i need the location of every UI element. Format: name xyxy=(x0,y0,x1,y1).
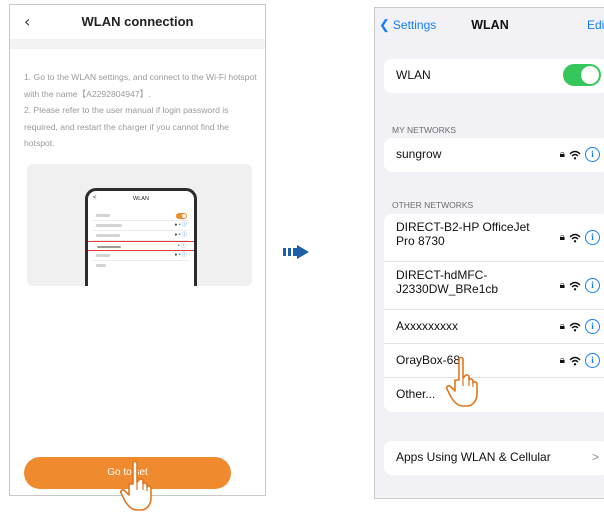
app-header: ‹ WLAN connection xyxy=(10,5,265,39)
mini-row: ● • ⓘ xyxy=(93,251,189,261)
arrow-right-icon xyxy=(283,245,309,259)
mini-row-wlan xyxy=(93,211,189,221)
network-row[interactable]: DIRECT-hdMFC-J2330DW_BRe1cb 🔒︎ i xyxy=(384,262,604,310)
edit-button[interactable]: Edit xyxy=(587,18,604,32)
wlan-toggle-card: WLAN xyxy=(384,59,604,93)
info-icon[interactable]: i xyxy=(585,230,600,245)
ios-settings-screen: ❮Settings WLAN Edit WLAN MY NETWORKS sun… xyxy=(374,7,604,499)
network-icons: 🔒︎ i xyxy=(560,353,600,368)
placeholder-bar xyxy=(96,234,120,237)
wlan-toggle[interactable] xyxy=(563,64,601,86)
app-screen: ‹ WLAN connection 1. Go to the WLAN sett… xyxy=(9,4,266,496)
wifi-icon xyxy=(569,233,581,242)
network-icons: 🔒︎ i xyxy=(560,230,600,245)
mini-row: ● • ⓘ xyxy=(93,231,189,241)
mini-title: WLAN xyxy=(133,196,149,202)
network-name: DIRECT-B2-HP OfficeJet Pro 8730 xyxy=(396,220,530,248)
mini-row-icons: ● • ⓘ xyxy=(174,252,187,258)
placeholder-bar xyxy=(96,264,106,267)
info-icon[interactable]: i xyxy=(585,147,600,162)
instruction-step-2: 2. Please refer to the user manual if lo… xyxy=(24,105,229,148)
mini-header: < WLAN xyxy=(88,195,194,207)
mini-row xyxy=(93,261,189,271)
wifi-icon xyxy=(569,281,581,290)
wifi-icon xyxy=(569,322,581,331)
other-networks-list: DIRECT-B2-HP OfficeJet Pro 8730 🔒︎ i DIR… xyxy=(384,214,604,412)
network-row[interactable]: OrayBox-68 🔒︎ i xyxy=(384,344,604,378)
network-row-target[interactable]: Axxxxxxxxx 🔒︎ i xyxy=(384,310,604,344)
my-networks-list: sungrow 🔒︎ i xyxy=(384,138,604,172)
chevron-right-icon: > xyxy=(591,450,599,464)
mini-row-highlighted: • ⓘ xyxy=(88,241,194,251)
placeholder-bar xyxy=(96,214,110,217)
other-network-row[interactable]: Other... xyxy=(384,378,604,412)
network-icons: 🔒︎ i xyxy=(560,147,600,162)
pointing-hand-icon xyxy=(445,356,478,407)
placeholder-bar xyxy=(96,224,122,227)
network-name: sungrow xyxy=(396,147,442,161)
info-icon[interactable]: i xyxy=(585,353,600,368)
apps-card: Apps Using WLAN & Cellular > xyxy=(384,441,604,475)
instructions: 1. Go to the WLAN settings, and connect … xyxy=(24,69,260,152)
placeholder-bar xyxy=(97,246,121,248)
navigation-bar: ❮Settings WLAN Edit xyxy=(375,8,604,44)
network-icons: 🔒︎ i xyxy=(560,319,600,334)
mini-row: ● • ⓘ xyxy=(93,221,189,231)
wifi-icon xyxy=(569,356,581,365)
mini-network-list: ● • ⓘ ● • ⓘ • ⓘ ● • ⓘ xyxy=(88,211,194,271)
lock-icon: 🔒︎ xyxy=(559,232,565,243)
mini-row-icons: • ⓘ xyxy=(177,243,186,249)
lock-icon: 🔒︎ xyxy=(559,321,565,332)
mini-toggle xyxy=(176,213,187,219)
header-divider xyxy=(10,39,265,49)
other-label: Other... xyxy=(396,387,436,401)
network-row[interactable]: DIRECT-B2-HP OfficeJet Pro 8730 🔒︎ i xyxy=(384,214,604,262)
pointing-hand-icon xyxy=(119,460,152,511)
page-title: WLAN connection xyxy=(81,14,194,29)
my-networks-header: MY NETWORKS xyxy=(392,125,457,135)
wlan-illustration: < WLAN ● • ⓘ ● • ⓘ • ⓘ ● • ⓘ xyxy=(27,164,252,286)
apps-using-wlan-row[interactable]: Apps Using WLAN & Cellular > xyxy=(384,441,604,475)
nav-title: WLAN xyxy=(471,18,509,32)
lock-icon: 🔒︎ xyxy=(559,355,565,366)
wlan-toggle-row: WLAN xyxy=(384,59,604,93)
placeholder-bar xyxy=(96,254,110,257)
lock-icon: 🔒︎ xyxy=(559,149,565,160)
mini-row-icons: ● • ⓘ xyxy=(174,232,187,238)
phone-illustration: < WLAN ● • ⓘ ● • ⓘ • ⓘ ● • ⓘ xyxy=(85,188,197,286)
wlan-label: WLAN xyxy=(396,68,431,82)
network-name: DIRECT-hdMFC-J2330DW_BRe1cb xyxy=(396,268,499,296)
network-name: Axxxxxxxxx xyxy=(396,319,459,333)
network-icons: 🔒︎ i xyxy=(560,278,600,293)
lock-icon: 🔒︎ xyxy=(559,280,565,291)
info-icon[interactable]: i xyxy=(585,319,600,334)
network-row[interactable]: sungrow 🔒︎ i xyxy=(384,138,604,172)
apps-label: Apps Using WLAN & Cellular xyxy=(396,450,551,464)
other-networks-header: OTHER NETWORKS xyxy=(392,200,474,210)
info-icon[interactable]: i xyxy=(585,278,600,293)
mini-row-icons: ● • ⓘ xyxy=(174,222,187,228)
instruction-step-1: 1. Go to the WLAN settings, and connect … xyxy=(24,72,257,99)
wifi-icon xyxy=(569,150,581,159)
